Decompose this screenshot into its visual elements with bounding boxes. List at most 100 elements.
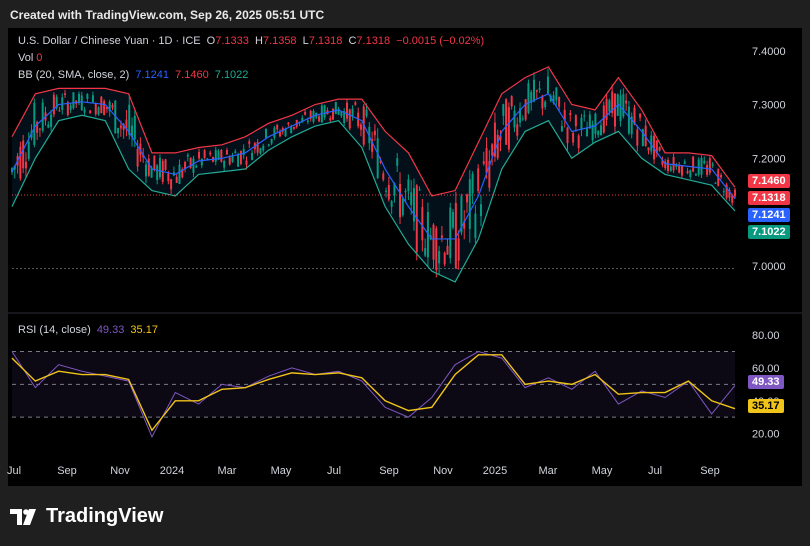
candle-body xyxy=(703,160,706,164)
low-label: L xyxy=(302,35,309,47)
candle-body xyxy=(376,138,379,178)
candle-body xyxy=(516,124,519,136)
candle-body xyxy=(306,120,309,123)
candle-body xyxy=(669,166,672,171)
candle-body xyxy=(477,168,480,192)
bb-lower-value: 7.1022 xyxy=(214,69,249,81)
candle-body xyxy=(502,104,505,116)
candle-body xyxy=(706,165,709,175)
time-axis-label: Sep xyxy=(57,465,77,477)
candle-body xyxy=(278,132,281,137)
candle-body xyxy=(396,158,399,166)
candle-body xyxy=(340,111,343,117)
candle-body xyxy=(658,147,661,151)
candle-body xyxy=(186,154,189,157)
candle-body xyxy=(546,76,549,94)
candle-body xyxy=(527,83,530,113)
candle-body xyxy=(496,134,499,159)
candle-body xyxy=(572,132,575,143)
candle-body xyxy=(588,114,591,129)
candle-body xyxy=(304,111,307,115)
time-axis-label: Nov xyxy=(433,465,453,477)
candle-body xyxy=(647,147,650,151)
candle-body xyxy=(734,189,736,197)
rsi-legend: RSI (14, close) 49.33 35.17 xyxy=(18,324,161,336)
candle-body xyxy=(52,94,55,115)
candle-body xyxy=(569,113,572,116)
rsi-axis-tick: 80.00 xyxy=(752,330,780,342)
candle-body xyxy=(600,125,603,136)
candle-body xyxy=(83,109,86,113)
time-axis-label: Jul xyxy=(327,465,341,477)
candle-body xyxy=(103,101,106,115)
candle-body xyxy=(290,127,293,134)
candle-body xyxy=(639,113,642,118)
candle-body xyxy=(627,106,630,134)
candle-body xyxy=(225,150,228,155)
candle-body xyxy=(348,109,351,129)
candle-body xyxy=(209,152,212,155)
candle-body xyxy=(133,115,136,140)
candle-body xyxy=(198,151,201,159)
bb-upper-badge: 7.1460 xyxy=(748,174,790,188)
candle-body xyxy=(69,105,72,110)
candle-body xyxy=(711,164,714,166)
price-axis-tick: 7.4000 xyxy=(752,46,786,58)
candle-body xyxy=(262,145,265,151)
candle-body xyxy=(555,87,558,101)
price-axis-tick: 7.3000 xyxy=(752,100,786,112)
time-axis-label: Sep xyxy=(379,465,399,477)
candle-body xyxy=(468,179,471,229)
candle-body xyxy=(228,157,231,165)
candle-body xyxy=(248,141,251,144)
candle-body xyxy=(94,103,97,115)
candle-body xyxy=(683,161,686,164)
candle-body xyxy=(273,127,276,138)
candle-body xyxy=(544,101,547,108)
candle-body xyxy=(560,125,563,132)
candle-body xyxy=(577,135,580,149)
candle-body xyxy=(449,207,452,259)
candle-body xyxy=(245,160,248,165)
candle-body xyxy=(479,204,482,217)
candle-body xyxy=(482,161,485,164)
candle-body xyxy=(586,127,589,137)
candle-body xyxy=(678,165,681,173)
close-price-badge: 7.1318 xyxy=(748,191,790,205)
candle-body xyxy=(242,148,245,155)
candle-body xyxy=(622,94,625,117)
candle-body xyxy=(613,93,616,127)
candle-body xyxy=(566,127,569,144)
candle-body xyxy=(720,175,723,178)
rsi-axis-tick: 60.00 xyxy=(752,363,780,375)
rsi-axis-tick: 20.00 xyxy=(752,429,780,441)
candle-body xyxy=(91,95,94,103)
bb-label: BB (20, SMA, close, 2) xyxy=(18,69,130,81)
ohlc-legend: U.S. Dollar / Chinese Yuan · 1D · ICE O7… xyxy=(18,35,487,47)
candle-body xyxy=(390,201,393,207)
candle-body xyxy=(714,182,717,184)
candle-body xyxy=(373,130,376,136)
candle-body xyxy=(636,129,639,146)
candle-body xyxy=(354,102,357,105)
candle-body xyxy=(387,184,390,200)
high-label: H xyxy=(254,35,263,47)
candle-body xyxy=(33,102,36,146)
candle-body xyxy=(287,122,290,125)
candle-body xyxy=(237,154,240,167)
candle-body xyxy=(270,138,273,144)
tradingview-logo[interactable]: TradingView xyxy=(10,505,163,528)
candle-body xyxy=(583,115,586,117)
time-axis-label: Nov xyxy=(110,465,130,477)
candle-body xyxy=(700,157,703,175)
volume-value: 0 xyxy=(36,52,43,64)
bb-upper-value: 7.1460 xyxy=(175,69,209,81)
candle-body xyxy=(175,176,178,183)
candle-body xyxy=(351,108,354,117)
candle-body xyxy=(38,128,41,130)
time-axis-label: May xyxy=(271,465,292,477)
candle-body xyxy=(474,213,477,239)
candle-body xyxy=(446,245,449,255)
candle-body xyxy=(144,164,147,177)
candle-body xyxy=(265,128,268,138)
